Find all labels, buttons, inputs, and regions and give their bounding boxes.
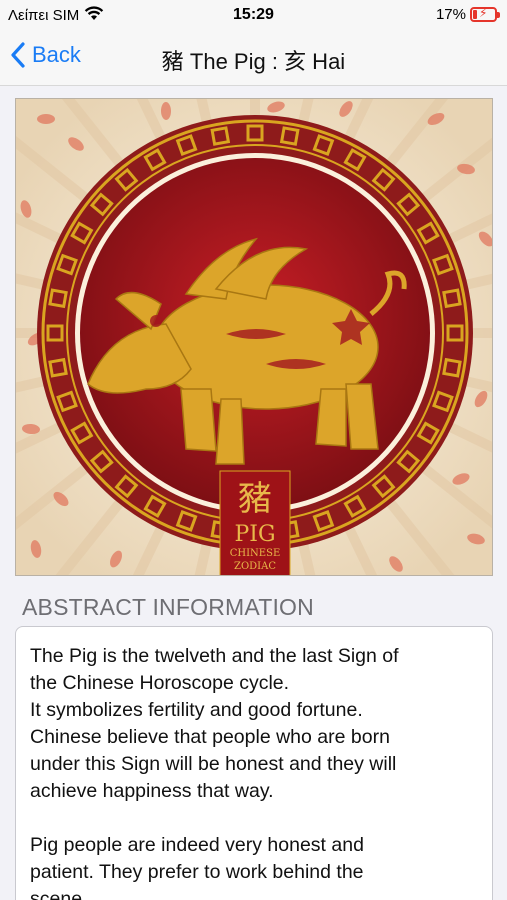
abstract-paragraph-1: The Pig is the twelveth and the last Sig…	[30, 645, 399, 802]
status-time: 15:29	[233, 6, 274, 23]
status-right: 17% ⚡	[435, 6, 500, 23]
zodiac-image: 豬 PIG CHINESE ZODIAC	[15, 98, 493, 576]
navigation-bar: Back 豬 The Pig : 亥 Hai	[0, 30, 507, 86]
abstract-text-view[interactable]: The Pig is the twelveth and the last Sig…	[15, 626, 493, 900]
section-header: ABSTRACT INFORMATION	[22, 594, 314, 620]
badge-sub-2: ZODIAC	[234, 561, 276, 572]
page-title: 豬 The Pig : 亥 Hai	[161, 49, 346, 74]
abstract-paragraph-2: Pig people are indeed very honest and pa…	[30, 834, 364, 900]
pig-zodiac-illustration: 豬 PIG CHINESE ZODIAC	[16, 99, 492, 575]
battery-charging-icon: ⚡	[470, 6, 500, 22]
battery-percent: 17%	[435, 6, 466, 23]
badge-character: 豬	[238, 479, 272, 519]
badge-sub-1: CHINESE	[230, 548, 281, 559]
badge-title: PIG	[234, 522, 275, 547]
status-bar: Λείπει SIM 15:29 17% ⚡	[0, 0, 507, 30]
